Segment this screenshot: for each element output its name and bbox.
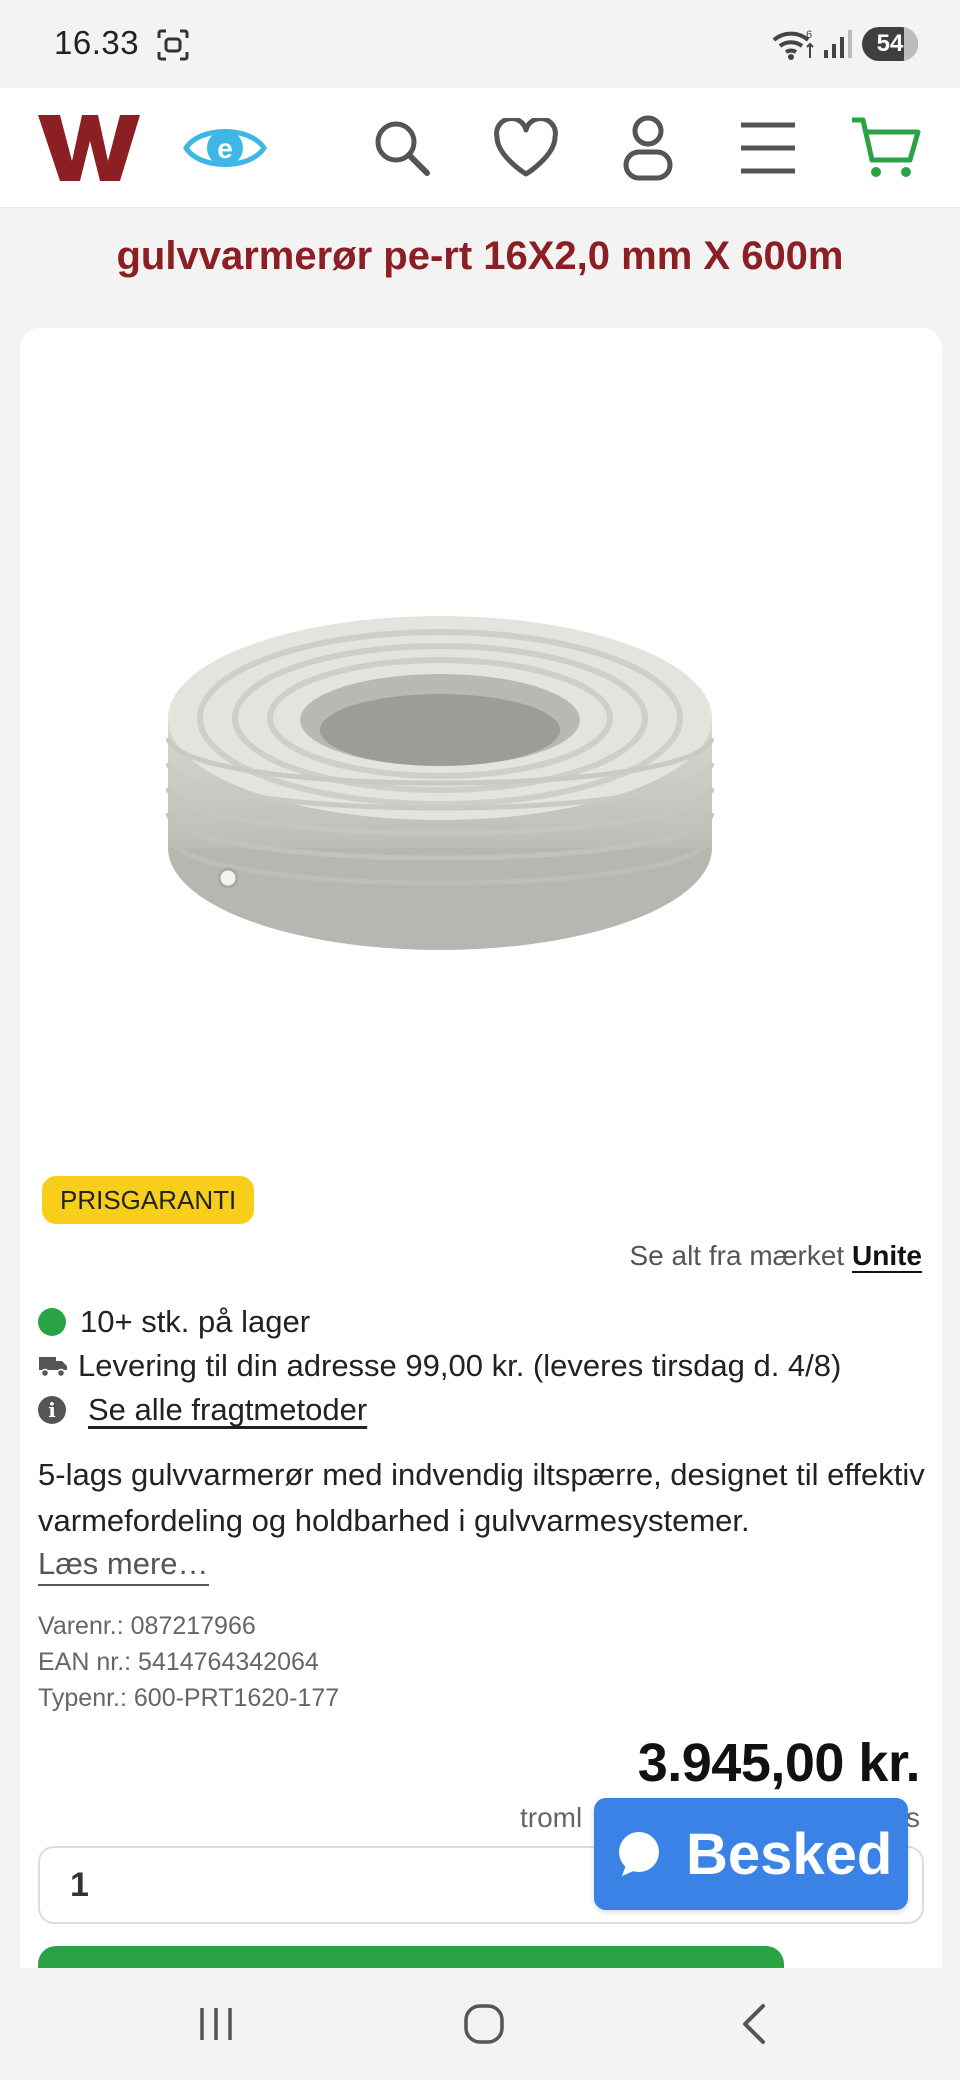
w-logo[interactable]	[34, 110, 144, 186]
svg-text:6: 6	[806, 29, 812, 41]
back-icon[interactable]	[724, 1996, 784, 2052]
cart-icon[interactable]	[848, 110, 924, 186]
chat-button[interactable]: Besked	[594, 1798, 908, 1910]
page-title: gulvvarmerør pe-rt 16X2,0 mm X 600m	[116, 234, 844, 278]
product-description: 5-lags gulvvarmerør med indvendig iltspæ…	[38, 1457, 925, 1538]
eye-e-icon[interactable]: e	[180, 110, 270, 186]
product-image[interactable]	[140, 548, 740, 1008]
menu-icon[interactable]	[730, 110, 806, 186]
item-number: Varenr.: 087217966	[38, 1612, 256, 1640]
unit-label: troml	[520, 1802, 583, 1833]
status-bar: 16.33 6 54	[0, 0, 960, 88]
delivery-text: Levering til din adresse 99,00 kr. (leve…	[78, 1348, 842, 1383]
screenshot-icon	[157, 29, 189, 61]
search-icon[interactable]	[364, 110, 440, 186]
heart-icon[interactable]	[488, 110, 564, 186]
stock-status: 10+ stk. på lager	[38, 1304, 310, 1340]
in-stock-dot-icon	[38, 1308, 66, 1336]
status-time: 16.33	[54, 24, 140, 61]
type-number: Typenr.: 600-PRT1620-177	[38, 1684, 340, 1712]
truck-icon	[39, 1357, 67, 1378]
unit-label-end: s	[906, 1802, 920, 1833]
info-icon: i	[38, 1396, 66, 1424]
brand-link[interactable]: Unite	[852, 1240, 922, 1271]
system-nav-bar	[0, 1968, 960, 2080]
recent-apps-icon[interactable]	[186, 1996, 246, 2052]
battery-indicator: 54	[862, 27, 918, 61]
svg-text:e: e	[217, 133, 233, 164]
wifi-icon: 6	[772, 29, 814, 60]
product-card: PRISGARANTI Se alt fra mærket Unite 10+ …	[20, 328, 942, 2028]
chat-bubble-icon	[619, 1832, 659, 1876]
home-icon[interactable]	[454, 1996, 514, 2052]
ean-number: EAN nr.: 5414764342064	[38, 1648, 319, 1676]
brand-prefix: Se alt fra mærket	[629, 1240, 845, 1271]
user-icon[interactable]	[610, 110, 686, 186]
signal-icon	[824, 30, 852, 58]
shipping-methods-link[interactable]: Se alle fragtmetoder	[88, 1392, 367, 1428]
chat-button-label: Besked	[686, 1821, 893, 1887]
read-more-link[interactable]: Læs mere…	[38, 1546, 209, 1586]
delivery-info: Levering til din adresse 99,00 kr. (leve…	[38, 1348, 841, 1384]
stock-text: 10+ stk. på lager	[80, 1304, 311, 1339]
site-header: e	[0, 88, 960, 208]
price-guarantee-badge: PRISGARANTI	[42, 1176, 255, 1224]
shipping-methods-row: i Se alle fragtmetoder	[38, 1392, 367, 1428]
brand-line: Se alt fra mærket Unite	[629, 1240, 922, 1272]
product-price: 3.945,00 kr.	[637, 1733, 921, 1793]
